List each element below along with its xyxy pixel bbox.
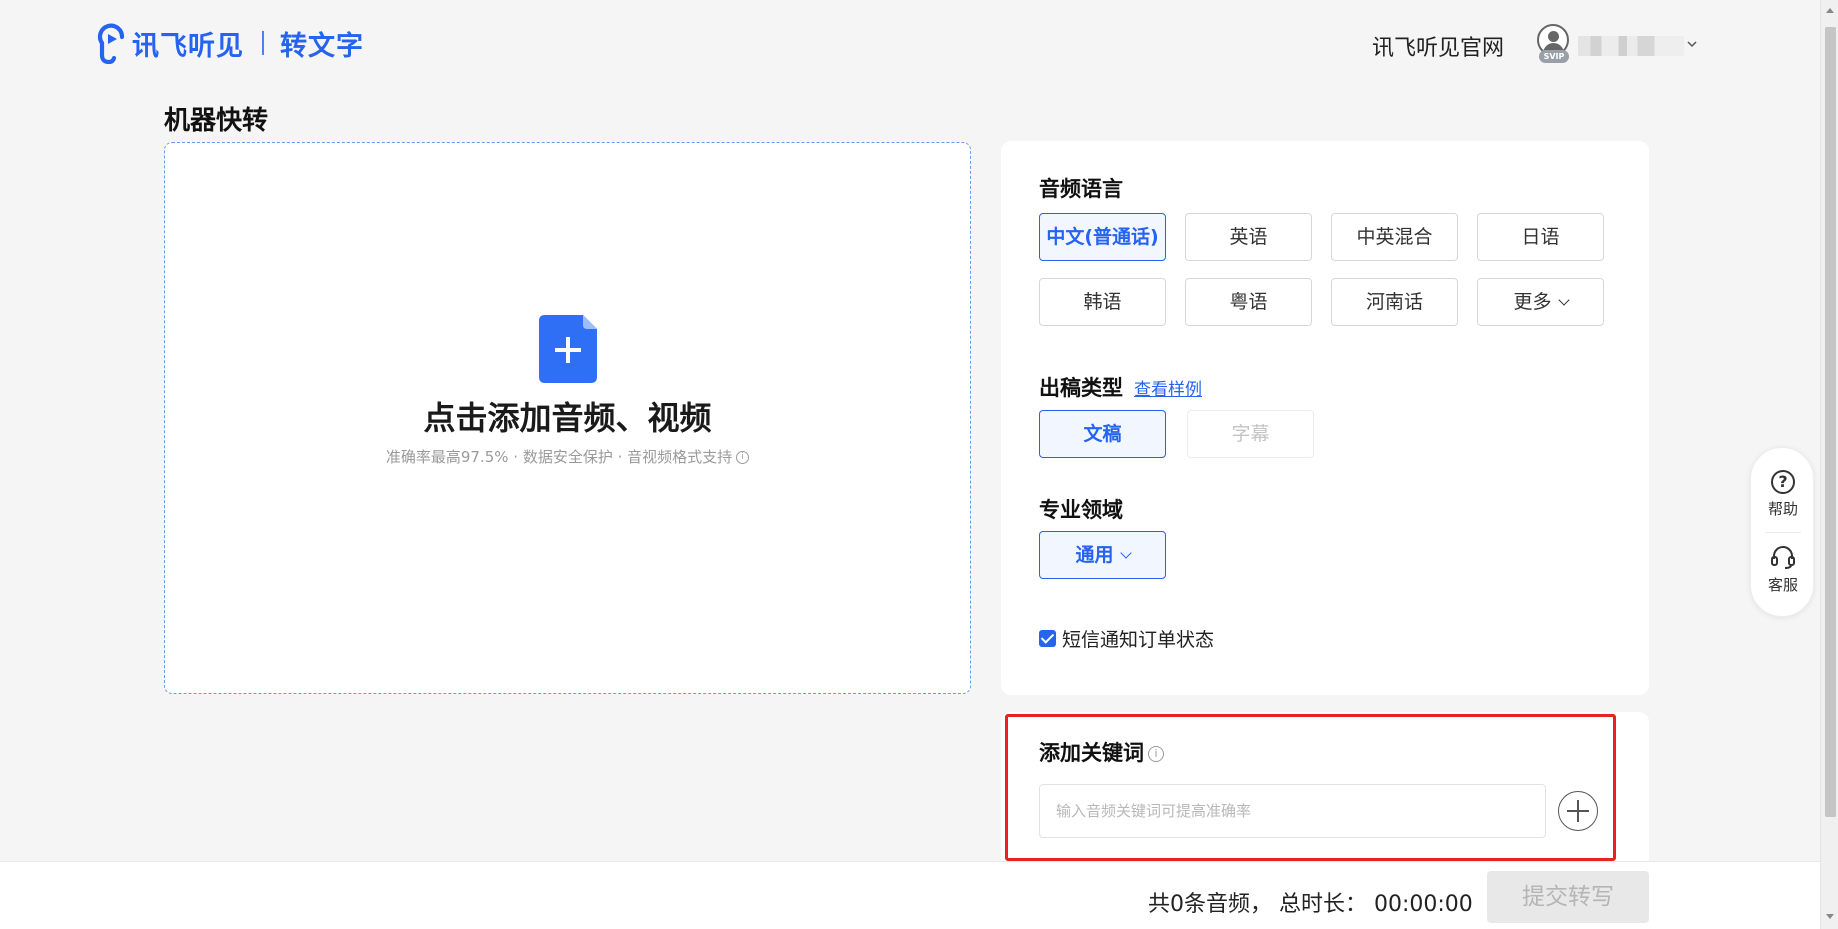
view-sample-link[interactable]: 查看样例 <box>1134 375 1202 400</box>
help-button[interactable]: ? 帮助 <box>1751 470 1815 519</box>
logo-divider <box>262 31 264 55</box>
question-icon: ? <box>1771 470 1795 494</box>
page-title: 机器快转 <box>164 106 269 136</box>
lang-more-label: 更多 <box>1513 291 1552 313</box>
product-name: 转文字 <box>280 30 364 62</box>
add-file-icon <box>539 315 597 383</box>
logo-text: 讯飞听见 <box>132 30 244 62</box>
floating-help-panel: ? 帮助 客服 <box>1750 447 1814 617</box>
top-header: 讯飞听见 转文字 讯飞听见官网 SVIP <box>0 0 1838 90</box>
scroll-thumb[interactable] <box>1825 27 1836 817</box>
sms-notify-label: 短信通知订单状态 <box>1062 629 1215 651</box>
lang-option-henan[interactable]: 河南话 <box>1331 278 1458 326</box>
lang-option-mandarin[interactable]: 中文(普通话) <box>1039 213 1166 261</box>
lang-option-english[interactable]: 英语 <box>1185 213 1312 261</box>
audio-summary: 共0条音频， 总时长： 00:00:00 <box>1148 892 1473 917</box>
upload-dropzone[interactable]: 点击添加音频、视频 准确率最高97.5% · 数据安全保护 · 音视频格式支持 i <box>164 142 971 694</box>
domain-section-title: 专业领域 <box>1039 498 1123 522</box>
language-section-title: 音频语言 <box>1039 177 1123 201</box>
scroll-up-arrow-icon[interactable] <box>1826 8 1834 13</box>
keywords-title-text: 添加关键词 <box>1039 741 1144 765</box>
footer-bar: 共0条音频， 总时长： 00:00:00 提交转写 <box>0 861 1820 929</box>
avatar-head <box>1548 31 1559 42</box>
scroll-down-arrow-icon[interactable] <box>1826 914 1834 919</box>
output-section-title: 出稿类型 <box>1039 376 1123 400</box>
upload-title: 点击添加音频、视频 <box>423 399 712 437</box>
lang-option-korean[interactable]: 韩语 <box>1039 278 1166 326</box>
keywords-title: 添加关键词 i <box>1039 737 1164 767</box>
ear-logo-icon <box>97 23 125 64</box>
lang-option-more[interactable]: 更多 <box>1477 278 1604 326</box>
info-icon[interactable]: i <box>736 451 750 464</box>
add-keyword-button[interactable] <box>1558 791 1598 831</box>
official-site-link[interactable]: 讯飞听见官网 <box>1372 30 1504 62</box>
svip-badge: SVIP <box>1539 50 1569 63</box>
upload-subtitle: 准确率最高97.5% · 数据安全保护 · 音视频格式支持 i <box>165 446 970 467</box>
help-label: 帮助 <box>1767 500 1798 518</box>
submit-button[interactable]: 提交转写 <box>1487 871 1649 923</box>
upload-subtitle-text: 准确率最高97.5% · 数据安全保护 · 音视频格式支持 <box>385 448 733 466</box>
sms-notify-row[interactable]: 短信通知订单状态 <box>1039 625 1214 652</box>
keywords-panel: 添加关键词 i <box>1001 712 1649 862</box>
logo[interactable]: 讯飞听见 转文字 <box>96 22 364 64</box>
headset-icon <box>1771 546 1795 569</box>
service-label: 客服 <box>1767 576 1798 594</box>
chevron-down-icon[interactable] <box>1686 38 1698 50</box>
keyword-input[interactable] <box>1039 784 1546 838</box>
chevron-down-icon <box>1119 547 1132 559</box>
domain-select[interactable]: 通用 <box>1039 531 1166 579</box>
info-icon[interactable]: i <box>1148 746 1164 762</box>
chevron-down-icon <box>1557 294 1570 306</box>
output-option-subtitle[interactable]: 字幕 <box>1187 410 1314 458</box>
lang-option-mixed[interactable]: 中英混合 <box>1331 213 1458 261</box>
domain-select-value: 通用 <box>1075 544 1114 566</box>
output-option-transcript[interactable]: 文稿 <box>1039 410 1166 458</box>
lang-option-cantonese[interactable]: 粤语 <box>1185 278 1312 326</box>
service-button[interactable]: 客服 <box>1751 544 1815 595</box>
divider <box>1765 532 1801 533</box>
settings-panel: 音频语言 中文(普通话) 英语 中英混合 日语 韩语 粤语 河南话 更多 出稿类… <box>1001 141 1649 695</box>
username-masked[interactable] <box>1578 36 1684 56</box>
lang-option-japanese[interactable]: 日语 <box>1477 213 1604 261</box>
vertical-scrollbar[interactable] <box>1820 0 1838 929</box>
sms-notify-checkbox[interactable] <box>1039 630 1056 647</box>
